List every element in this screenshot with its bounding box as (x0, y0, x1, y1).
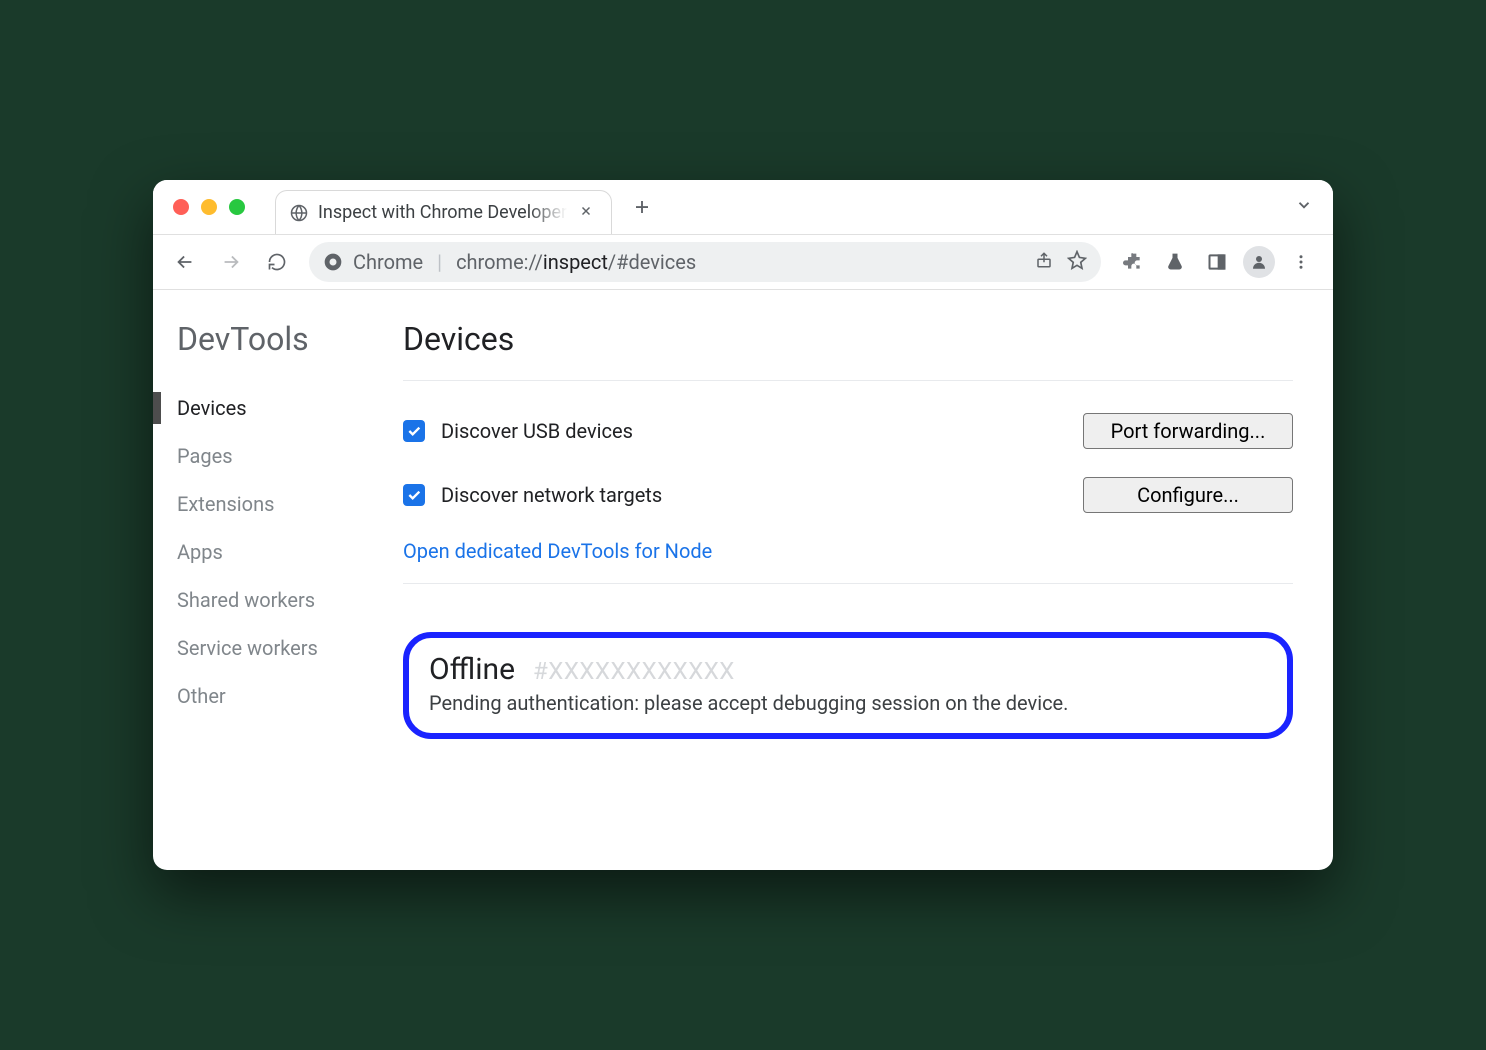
main-panel: Devices Discover USB devices Port forwar… (403, 320, 1333, 770)
globe-icon (290, 204, 308, 222)
back-button[interactable] (165, 242, 205, 282)
sidebar-item-extensions[interactable]: Extensions (173, 480, 393, 528)
window-close-button[interactable] (173, 199, 189, 215)
configure-button[interactable]: Configure... (1083, 477, 1293, 513)
labs-button[interactable] (1155, 242, 1195, 282)
bookmark-star-icon[interactable] (1067, 250, 1087, 274)
window-controls (173, 199, 245, 215)
sidebar-item-label: Devices (177, 396, 247, 420)
menu-button[interactable] (1281, 242, 1321, 282)
app-title: DevTools (173, 320, 393, 358)
sidebar-item-label: Other (177, 684, 226, 708)
section-divider (403, 583, 1293, 584)
toolbar: Chrome | chrome://inspect/#devices (153, 234, 1333, 290)
sidebar-item-apps[interactable]: Apps (173, 528, 393, 576)
browser-tab[interactable]: Inspect with Chrome Developer (275, 190, 612, 234)
titlebar: Inspect with Chrome Developer (153, 180, 1333, 234)
tab-title: Inspect with Chrome Developer (318, 202, 567, 223)
device-hash: #XXXXXXXXXXXX (533, 657, 735, 685)
url-text: chrome://inspect/#devices (456, 250, 696, 274)
close-tab-button[interactable] (577, 202, 595, 224)
address-bar[interactable]: Chrome | chrome://inspect/#devices (309, 242, 1101, 282)
window-maximize-button[interactable] (229, 199, 245, 215)
discover-usb-label: Discover USB devices (441, 419, 1083, 443)
discover-network-row: Discover network targets Configure... (403, 463, 1293, 527)
discover-network-checkbox[interactable] (403, 484, 425, 506)
window-minimize-button[interactable] (201, 199, 217, 215)
sidebar-item-label: Apps (177, 540, 223, 564)
sidebar-item-label: Extensions (177, 492, 274, 516)
open-devtools-node-link[interactable]: Open dedicated DevTools for Node (403, 527, 712, 583)
extensions-button[interactable] (1113, 242, 1153, 282)
sidebar-item-label: Pages (177, 444, 233, 468)
page-content: DevTools Devices Pages Extensions Apps S… (153, 290, 1333, 870)
sidebar-item-label: Service workers (177, 636, 318, 660)
share-icon[interactable] (1035, 251, 1053, 273)
forward-button[interactable] (211, 242, 251, 282)
sidebar-item-label: Shared workers (177, 588, 315, 612)
reload-button[interactable] (257, 242, 297, 282)
origin-separator: | (433, 250, 446, 274)
origin-label: Chrome (353, 250, 423, 274)
chrome-icon (323, 252, 343, 272)
sidebar-item-pages[interactable]: Pages (173, 432, 393, 480)
discover-network-label: Discover network targets (441, 483, 1083, 507)
sidebar: DevTools Devices Pages Extensions Apps S… (153, 320, 403, 770)
profile-button[interactable] (1239, 242, 1279, 282)
offline-device-card: Offline #XXXXXXXXXXXX Pending authentica… (403, 632, 1293, 739)
device-message: Pending authentication: please accept de… (429, 691, 1267, 715)
new-tab-button[interactable] (626, 191, 658, 223)
page-heading: Devices (403, 320, 1293, 381)
tabs-dropdown-button[interactable] (1295, 196, 1313, 218)
discover-usb-row: Discover USB devices Port forwarding... (403, 399, 1293, 463)
browser-window: Inspect with Chrome Developer Chrome (153, 180, 1333, 870)
sidebar-item-devices[interactable]: Devices (173, 384, 393, 432)
device-status: Offline (429, 652, 515, 687)
port-forwarding-button[interactable]: Port forwarding... (1083, 413, 1293, 449)
side-panel-button[interactable] (1197, 242, 1237, 282)
discover-usb-checkbox[interactable] (403, 420, 425, 442)
sidebar-item-shared-workers[interactable]: Shared workers (173, 576, 393, 624)
sidebar-item-other[interactable]: Other (173, 672, 393, 720)
sidebar-item-service-workers[interactable]: Service workers (173, 624, 393, 672)
